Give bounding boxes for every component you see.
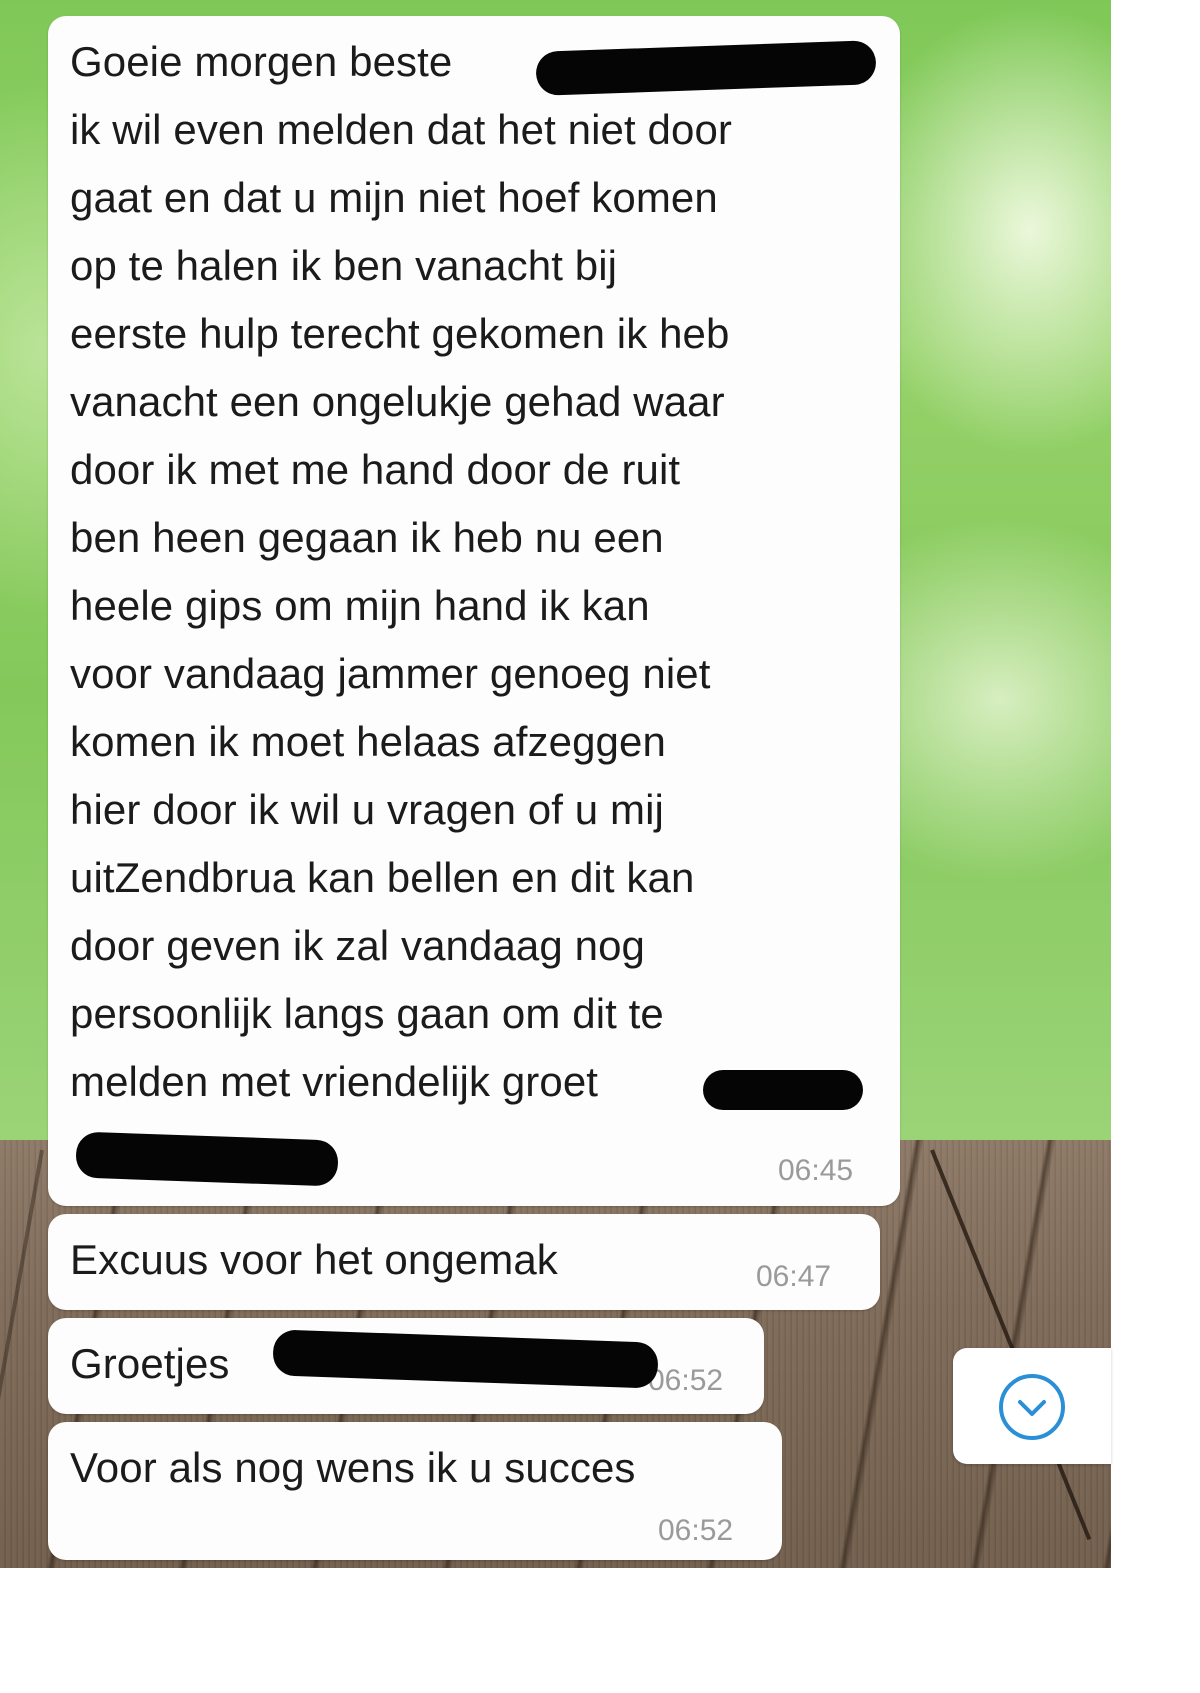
scroll-to-bottom-button[interactable] bbox=[953, 1348, 1111, 1464]
message-timestamp: 06:52 bbox=[658, 1514, 734, 1547]
message-bubble[interactable]: Voor als nog wens ik u succes 06:52 bbox=[48, 1422, 782, 1560]
redaction-mark bbox=[703, 1070, 863, 1110]
message-timestamp: 06:47 bbox=[756, 1260, 832, 1293]
redaction-mark bbox=[75, 1131, 339, 1187]
message-timestamp: 06:45 bbox=[778, 1154, 854, 1187]
redaction-mark bbox=[272, 1329, 659, 1389]
message-text: Goeie morgen beste ik wil even melden da… bbox=[70, 38, 732, 1105]
message-text: Excuus voor het ongemak bbox=[70, 1236, 558, 1283]
message-text: Voor als nog wens ik u succes bbox=[70, 1444, 636, 1491]
message-bubble[interactable]: Groetjes 06:52 bbox=[48, 1318, 764, 1414]
chevron-down-circle-icon bbox=[999, 1374, 1065, 1440]
message-timestamp: 06:52 bbox=[648, 1364, 724, 1397]
message-text: Groetjes bbox=[70, 1340, 230, 1387]
message-bubble[interactable]: Goeie morgen beste ik wil even melden da… bbox=[48, 16, 900, 1206]
message-bubble[interactable]: Excuus voor het ongemak 06:47 bbox=[48, 1214, 880, 1310]
